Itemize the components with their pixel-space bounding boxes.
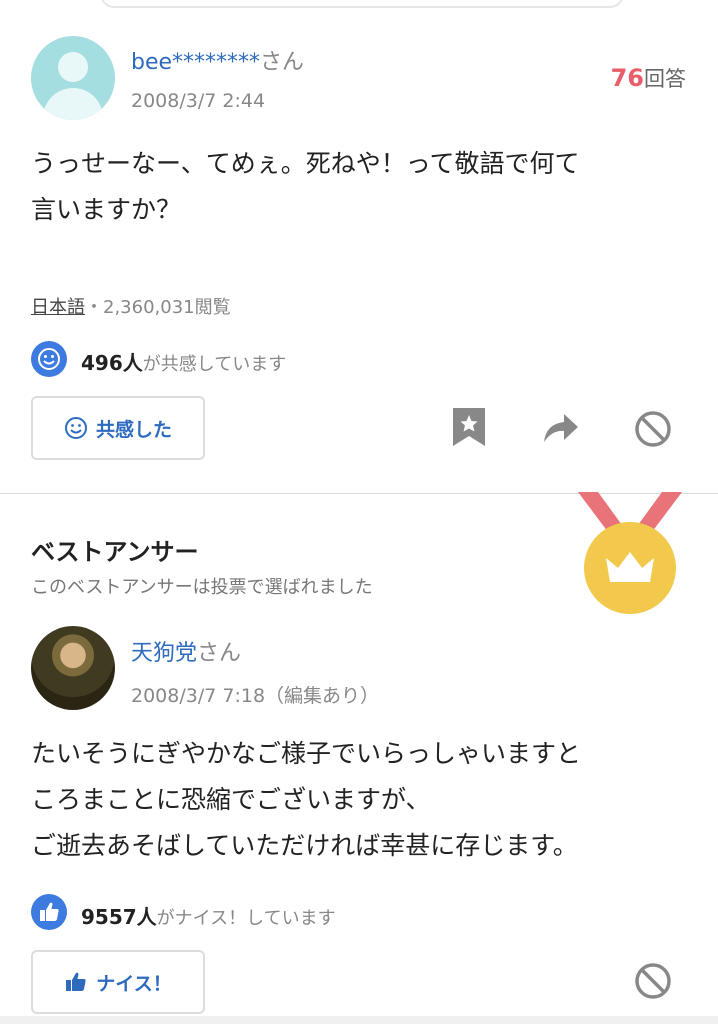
answer-count-label: 回答	[644, 67, 686, 91]
smile-icon	[31, 341, 67, 377]
empathy-button[interactable]: 共感した	[31, 396, 205, 460]
smile-icon	[64, 417, 87, 439]
best-answer-subtitle: このベストアンサーは投票で選ばれました	[31, 577, 373, 598]
category-link[interactable]: 日本語	[31, 297, 85, 318]
thumbs-up-icon	[66, 972, 86, 991]
bookmark-icon[interactable]	[451, 406, 487, 452]
thumbs-up-icon	[31, 894, 67, 930]
answer-count[interactable]: 76回答	[611, 63, 686, 93]
answer-count-number: 76	[610, 64, 644, 92]
answer-date: 2008/3/7 7:18（編集あり）	[131, 685, 380, 707]
block-icon[interactable]	[634, 962, 672, 1004]
nice-suffix: がナイス！しています	[156, 908, 336, 929]
view-count: ・2,360,031閲覧	[85, 297, 231, 318]
question-text-line: 言いますか？	[31, 195, 182, 224]
answerer-avatar[interactable]	[31, 626, 115, 710]
best-answer-title: ベストアンサー	[31, 538, 199, 566]
asker-username[interactable]: bee********	[131, 50, 260, 75]
answerer-username[interactable]: 天狗党	[131, 641, 197, 666]
search-bar-edge[interactable]	[100, 0, 624, 8]
question-meta: 日本語・2,360,031閲覧	[31, 293, 231, 319]
nice-button[interactable]: ナイス！	[31, 950, 205, 1014]
question-text-line: うっせーなー、てめぇ。死ねや！って敬語で何て	[31, 149, 580, 178]
asker-name[interactable]: bee********さん	[131, 44, 304, 76]
nice-count: 9557人がナイス！しています	[81, 901, 336, 930]
nice-button-label: ナイス！	[96, 972, 172, 995]
asker-honorific: さん	[260, 50, 305, 75]
medal-icon	[572, 492, 688, 620]
answer-text-line: ご逝去あそばしていただければ幸甚に存じます。	[31, 831, 578, 860]
answerer-name[interactable]: 天狗党さん	[131, 635, 241, 667]
empathy-number: 496人	[81, 351, 143, 375]
answer-text-line: たいそうにぎやかなご様子でいらっしゃいますと	[31, 739, 582, 768]
empathy-button-label: 共感した	[95, 418, 172, 441]
user-avatar-icon[interactable]	[31, 36, 115, 120]
empathy-count: 496人が共感しています	[81, 347, 286, 376]
empathy-suffix: が共感しています	[142, 354, 287, 375]
nice-number: 9557人	[81, 905, 157, 929]
question-date: 2008/3/7 2:44	[131, 90, 266, 112]
answerer-honorific: さん	[197, 641, 242, 666]
question-text: うっせーなー、てめぇ。死ねや！って敬語で何て 言いますか？	[31, 141, 691, 233]
answer-text: たいそうにぎやかなご様子でいらっしゃいますと ころまことに恐縮でございますが、 …	[31, 731, 701, 869]
bottom-edge	[0, 1016, 718, 1024]
block-icon[interactable]	[634, 410, 672, 452]
answer-text-line: ころまことに恐縮でございますが、	[31, 785, 431, 814]
share-icon[interactable]	[542, 410, 580, 448]
